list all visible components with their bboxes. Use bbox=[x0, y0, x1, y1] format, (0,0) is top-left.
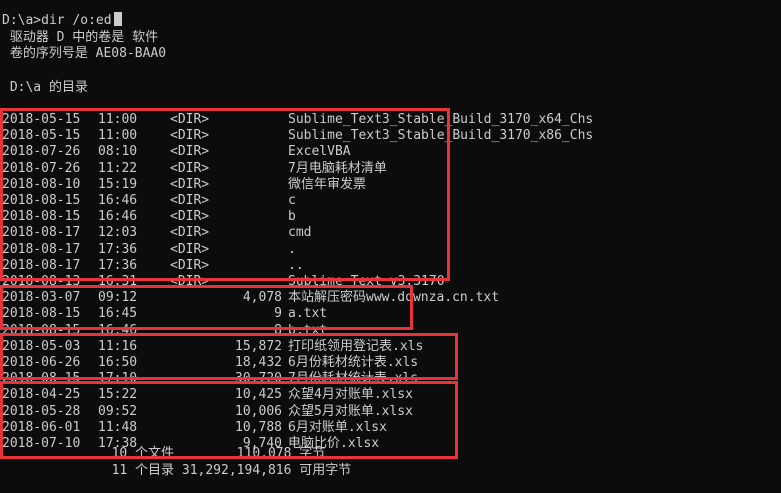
highlight-box-xls-files bbox=[0, 333, 458, 380]
dir-count-summary: 11 个目录 31,292,194,816 可用字节 bbox=[2, 463, 352, 478]
terminal-window[interactable]: D:\a>dir /o:ed 驱动器 D 中的卷是 软件 卷的序列号是 AE08… bbox=[0, 0, 781, 493]
highlight-box-xlsx-files bbox=[0, 381, 458, 459]
highlight-box-txt-files bbox=[0, 285, 413, 330]
serial-number-line: 卷的序列号是 AE08-BAA0 bbox=[2, 46, 167, 61]
directory-header-line: D:\a 的目录 bbox=[2, 80, 88, 95]
volume-label-line: 驱动器 D 中的卷是 软件 bbox=[2, 30, 159, 45]
highlight-box-directories bbox=[0, 108, 450, 281]
command-text: D:\a>dir /o:ed bbox=[2, 13, 112, 28]
text-cursor bbox=[113, 12, 122, 26]
command-prompt-line: D:\a>dir /o:ed bbox=[2, 12, 122, 28]
